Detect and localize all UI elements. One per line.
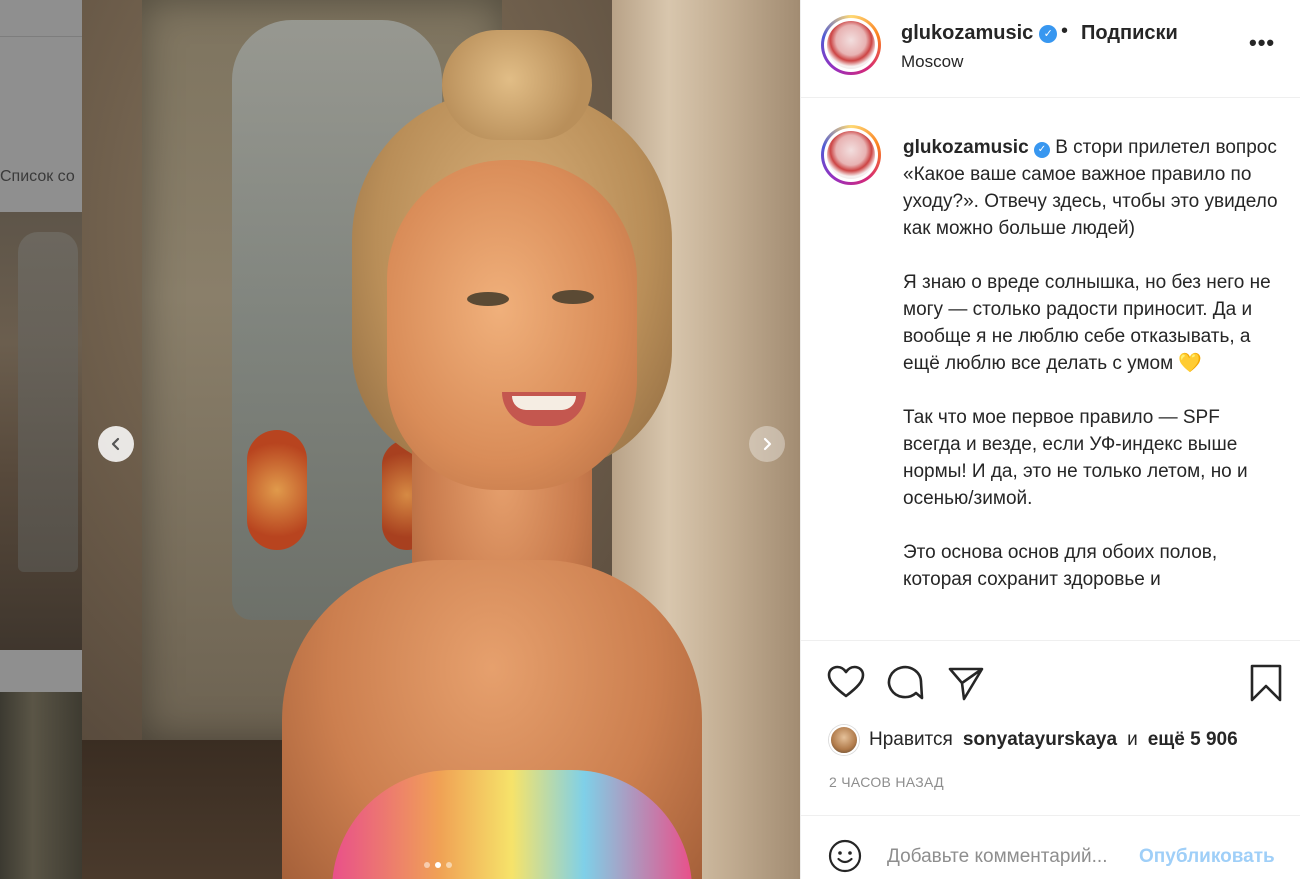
likes-summary: Нравится sonyatayurskaya и ещё 5 906 — [829, 725, 1238, 755]
author-avatar[interactable] — [821, 15, 881, 75]
save-icon[interactable] — [1246, 663, 1286, 703]
verified-icon: ✓ — [1039, 24, 1058, 43]
carousel-indicator — [424, 862, 452, 868]
post-header: glukozamusic ✓ • Подписки Moscow ••• — [801, 0, 1300, 98]
background-thumbnail[interactable] — [0, 692, 82, 879]
author-username[interactable]: glukozamusic ✓ — [901, 22, 1058, 45]
background-page: Список со — [0, 0, 82, 879]
post-timestamp[interactable]: 2 ЧАСОВ НАЗАД — [829, 774, 944, 790]
more-icon[interactable]: ••• — [1249, 30, 1275, 56]
post-location[interactable]: Moscow — [901, 52, 963, 72]
background-thumbnail[interactable] — [0, 212, 82, 650]
header-separator: • — [1061, 20, 1069, 42]
share-icon[interactable] — [946, 663, 986, 703]
emoji-icon[interactable] — [827, 838, 863, 874]
carousel-dot-active — [435, 862, 441, 868]
post-caption: glukozamusic ✓ В стори прилетел вопрос «… — [903, 134, 1281, 620]
likes-and: и — [1127, 729, 1138, 750]
liker-avatar[interactable] — [829, 725, 859, 755]
publish-button[interactable]: Опубликовать — [1139, 846, 1275, 868]
comment-form: Добавьте комментарий... Опубликовать — [801, 815, 1300, 879]
chevron-left-icon — [111, 437, 120, 451]
portrait-face — [387, 160, 637, 490]
caption-paragraph: Это основа основ для обоих полов, котора… — [903, 542, 1218, 590]
caption-paragraph: Я знаю о вреде солнышка, но без него не … — [903, 272, 1271, 374]
comment-icon[interactable] — [886, 663, 926, 703]
carousel-next-button[interactable] — [749, 426, 785, 462]
chevron-right-icon — [763, 437, 772, 451]
caption-scroll-area[interactable]: glukozamusic ✓ В стори прилетел вопрос «… — [801, 98, 1300, 640]
instagram-post-modal: Список со glukozamusic ✓ • Подписки Mosc… — [0, 0, 1300, 879]
caption-paragraph: Так что мое первое правило — SPF всегда … — [903, 407, 1248, 509]
following-button[interactable]: Подписки — [1081, 22, 1178, 45]
like-icon[interactable] — [826, 663, 866, 703]
background-divider — [0, 36, 82, 37]
carousel-prev-button[interactable] — [98, 426, 134, 462]
author-username-text[interactable]: glukozamusic — [901, 22, 1033, 45]
verified-icon: ✓ — [1033, 141, 1050, 158]
post-photo[interactable] — [82, 0, 800, 879]
comment-input[interactable]: Добавьте комментарий... — [887, 846, 1107, 868]
caption-author-avatar[interactable] — [821, 125, 881, 185]
carousel-dot — [424, 862, 430, 868]
likes-count-link[interactable]: ещё 5 906 — [1148, 729, 1238, 751]
background-list-label: Список со — [0, 168, 75, 185]
caption-username[interactable]: glukozamusic — [903, 137, 1029, 158]
post-panel: glukozamusic ✓ • Подписки Moscow ••• glu… — [800, 0, 1300, 879]
carousel-dot — [446, 862, 452, 868]
likes-prefix: Нравится — [869, 729, 953, 750]
liker-username[interactable]: sonyatayurskaya — [963, 729, 1117, 751]
post-actions: Нравится sonyatayurskaya и ещё 5 906 2 Ч… — [801, 640, 1300, 815]
